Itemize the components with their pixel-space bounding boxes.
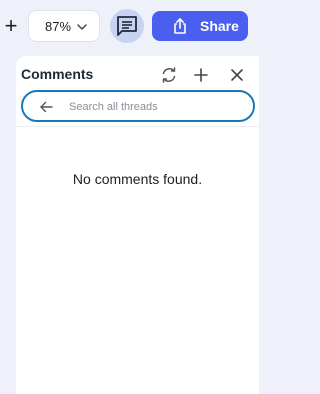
top-toolbar: + 87% Share — [0, 0, 259, 52]
comments-panel: Comments No comments found. — [16, 56, 259, 394]
search-input[interactable] — [69, 97, 244, 117]
close-panel-button[interactable] — [226, 64, 248, 86]
add-comment-button[interactable] — [190, 64, 212, 86]
add-icon — [194, 68, 208, 82]
refresh-button[interactable] — [158, 64, 180, 86]
empty-state-message: No comments found. — [72, 171, 203, 187]
zoom-value: 87% — [45, 18, 72, 34]
share-upload-icon — [174, 18, 186, 34]
plus-icon: + — [4, 13, 18, 38]
comments-toggle-button[interactable] — [110, 9, 144, 43]
panel-divider — [16, 126, 259, 127]
panel-title: Comments — [21, 66, 94, 82]
share-button[interactable]: Share — [152, 11, 248, 41]
chevron-down-icon — [77, 24, 87, 30]
refresh-icon — [162, 67, 176, 83]
arrow-left-icon[interactable] — [39, 100, 53, 114]
search-threads-box — [21, 90, 255, 122]
share-label: Share — [200, 18, 239, 34]
comment-icon — [117, 16, 137, 36]
close-icon — [231, 69, 243, 81]
zoom-select[interactable]: 87% — [28, 10, 100, 42]
zoom-in-button[interactable]: + — [0, 12, 22, 40]
